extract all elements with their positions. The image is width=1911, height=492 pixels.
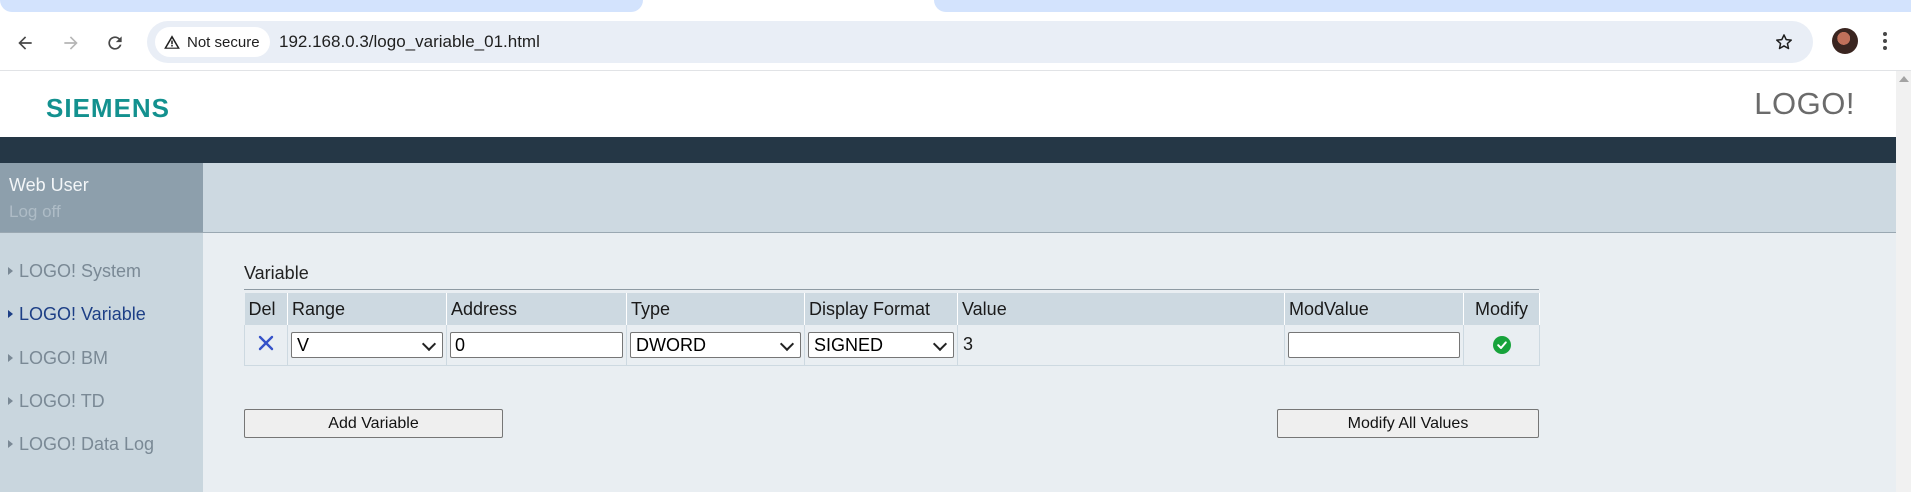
table-row: V 0 DWORD SIGNED 3 — [244, 325, 1540, 366]
sidebar-item-label: LOGO! Variable — [19, 303, 146, 324]
type-select[interactable]: DWORD — [630, 332, 801, 358]
sidebar-item-logo-bm[interactable]: LOGO! BM — [8, 347, 108, 369]
browser-tab-previous[interactable] — [0, 0, 643, 12]
address-bar[interactable]: Not secure 192.168.0.3/logo_variable_01.… — [147, 21, 1813, 63]
address-cell: 0 — [446, 325, 627, 366]
user-bar: Web User Log off — [0, 163, 1896, 233]
modvalue-cell — [1284, 325, 1464, 366]
section-divider — [244, 289, 1539, 290]
browser-tab-next[interactable] — [934, 0, 1911, 12]
web-user-label: Web User — [9, 175, 89, 195]
browser-toolbar: Not secure 192.168.0.3/logo_variable_01.… — [0, 12, 1911, 71]
modvalue-input[interactable] — [1288, 332, 1460, 358]
column-header-modvalue: ModValue — [1284, 293, 1464, 325]
sidebar-item-logo-variable[interactable]: LOGO! Variable — [8, 303, 146, 325]
star-icon — [1776, 34, 1792, 50]
address-input[interactable]: 0 — [450, 332, 623, 358]
column-header-type: Type — [626, 293, 805, 325]
tab-strip — [0, 0, 1911, 12]
profile-avatar[interactable] — [1832, 28, 1858, 54]
product-name: LOGO! — [1754, 86, 1855, 121]
caret-right-icon — [8, 354, 13, 362]
sidebar-item-logo-system[interactable]: LOGO! System — [8, 260, 141, 282]
add-variable-button[interactable]: Add Variable — [244, 409, 503, 438]
display-format-cell: SIGNED — [804, 325, 958, 366]
arrow-left-icon — [18, 36, 32, 50]
modify-all-values-button[interactable]: Modify All Values — [1277, 409, 1539, 438]
page-viewport: SIEMENS LOGO! Web User Log off LOGO! Sys… — [0, 71, 1896, 492]
range-select[interactable]: V — [291, 332, 443, 358]
sidebar-item-label: LOGO! Data Log — [19, 433, 155, 454]
brand-bar: SIEMENS LOGO! — [0, 71, 1896, 137]
value-cell: 3 — [957, 325, 1285, 366]
range-cell: V — [287, 325, 447, 366]
column-header-range: Range — [287, 293, 447, 325]
caret-right-icon — [8, 397, 13, 405]
forward-button[interactable] — [57, 29, 85, 57]
user-panel: Web User Log off — [0, 163, 203, 232]
modify-cell — [1463, 325, 1540, 366]
main-content: Variable Del Range Address Type Display … — [203, 233, 1896, 492]
warning-icon — [164, 35, 180, 49]
siemens-logo: SIEMENS — [46, 93, 171, 123]
delete-icon[interactable] — [257, 334, 275, 357]
chevron-down-icon — [420, 333, 442, 357]
variable-table: Del Range Address Type Display Format Va… — [244, 293, 1540, 366]
caret-right-icon — [8, 310, 13, 318]
sidebar: LOGO! System LOGO! Variable LOGO! BM LOG… — [0, 233, 203, 492]
sidebar-item-label: LOGO! TD — [19, 390, 105, 411]
caret-right-icon — [8, 440, 13, 448]
reload-button[interactable] — [101, 29, 129, 57]
column-header-value: Value — [957, 293, 1285, 325]
security-chip[interactable]: Not secure — [155, 27, 270, 57]
column-header-address: Address — [446, 293, 627, 325]
sidebar-item-label: LOGO! BM — [19, 347, 109, 368]
checkmark-icon[interactable] — [1492, 335, 1511, 354]
back-button[interactable] — [11, 29, 39, 57]
del-cell — [244, 325, 288, 366]
caret-right-icon — [8, 267, 13, 275]
header-band — [0, 137, 1896, 163]
url-text[interactable]: 192.168.0.3/logo_variable_01.html — [279, 21, 540, 63]
security-label: Not secure — [187, 33, 260, 51]
display-format-select-value: SIGNED — [814, 334, 884, 355]
section-title: Variable — [244, 263, 309, 283]
range-select-value: V — [297, 334, 310, 355]
scroll-up-arrow-icon[interactable] — [1899, 76, 1909, 82]
column-header-display-format: Display Format — [804, 293, 958, 325]
bookmark-button[interactable] — [1771, 29, 1797, 55]
column-header-modify: Modify — [1463, 293, 1540, 325]
column-header-del: Del — [244, 293, 288, 325]
type-select-value: DWORD — [636, 334, 706, 355]
browser-menu-button[interactable] — [1878, 28, 1892, 54]
sidebar-item-logo-data-log[interactable]: LOGO! Data Log — [8, 433, 154, 455]
chevron-down-icon — [778, 333, 800, 357]
log-off-link[interactable]: Log off — [9, 202, 61, 222]
scrollbar[interactable] — [1896, 71, 1911, 492]
arrow-right-icon — [64, 36, 78, 50]
table-header-row: Del Range Address Type Display Format Va… — [244, 293, 1540, 325]
reload-icon — [108, 36, 122, 50]
chevron-down-icon — [931, 333, 953, 357]
display-format-select[interactable]: SIGNED — [808, 332, 954, 358]
sidebar-item-label: LOGO! System — [19, 260, 142, 281]
sidebar-item-logo-td[interactable]: LOGO! TD — [8, 390, 105, 412]
type-cell: DWORD — [626, 325, 805, 366]
